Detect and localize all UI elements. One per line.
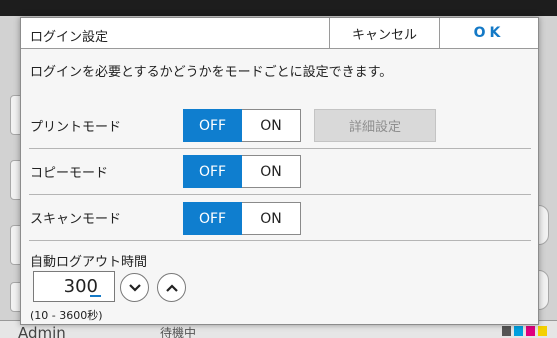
divider [29,148,531,149]
scan-mode-label: スキャンモード [30,212,122,227]
increment-button[interactable] [157,273,186,302]
detail-settings-button[interactable]: 詳細設定 [314,109,436,142]
dialog-description: ログインを必要とするかどうかをモードごとに設定できます。 [30,65,393,80]
background-top-bar [0,0,557,16]
scan-mode-on-button[interactable]: ON [242,202,301,235]
dialog-title-bar: ログイン設定 キャンセル OK [21,18,538,49]
text-cursor [90,295,101,297]
copy-mode-label: コピーモード [30,166,109,181]
copy-mode-on-button[interactable]: ON [242,155,301,188]
chevron-down-icon [128,283,141,292]
scan-mode-toggle: OFF ON [183,202,301,235]
ink-c-icon [514,326,523,336]
print-mode-off-button[interactable]: OFF [183,109,242,142]
ok-button[interactable]: OK [439,18,538,48]
dialog-title: ログイン設定 [30,30,109,45]
print-mode-on-button[interactable]: ON [242,109,301,142]
print-mode-label: プリントモード [30,120,122,135]
decrement-button[interactable] [120,273,149,302]
divider [29,194,531,195]
auto-logout-label: 自動ログアウト時間 [30,255,148,270]
scan-mode-off-button[interactable]: OFF [183,202,242,235]
login-settings-dialog: ログイン設定 キャンセル OK ログインを必要とするかどうかをモードごとに設定で… [20,17,539,325]
copy-mode-toggle: OFF ON [183,155,301,188]
ink-y-icon [538,326,547,336]
ink-m-icon [526,326,535,336]
chevron-up-icon [165,283,178,292]
user-name: Admin [18,324,66,338]
machine-status: 待機中 [160,326,197,338]
ink-level-icons [502,326,547,336]
auto-logout-value: 300 [63,276,98,297]
print-mode-toggle: OFF ON [183,109,301,142]
cancel-button[interactable]: キャンセル [329,18,439,48]
auto-logout-input[interactable]: 300 [33,271,115,302]
copy-mode-off-button[interactable]: OFF [183,155,242,188]
divider [29,240,531,241]
ink-k-icon [502,326,511,336]
auto-logout-range: (10 - 3600秒) [30,309,103,322]
